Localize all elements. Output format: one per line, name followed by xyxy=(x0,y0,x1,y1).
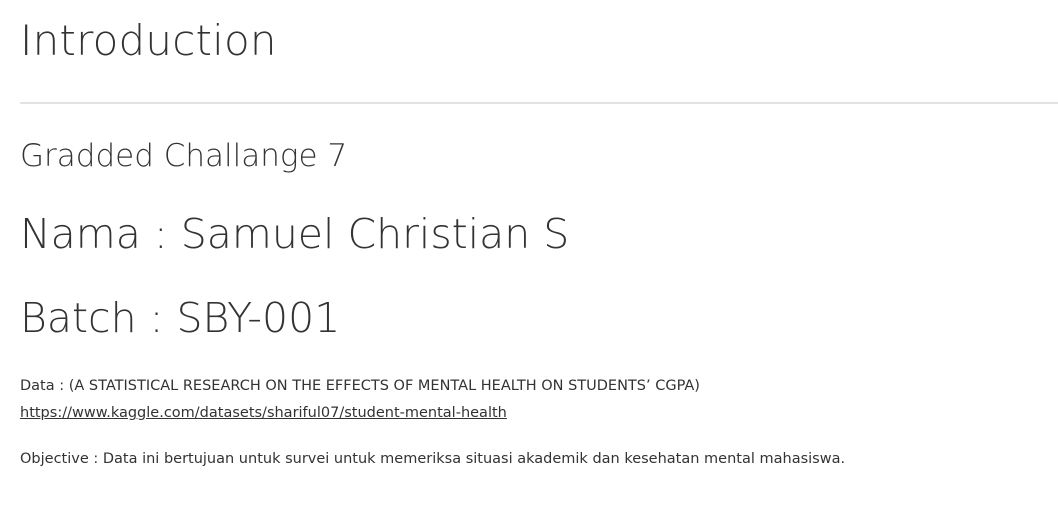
notebook-cell: Introduction Gradded Challange 7 Nama : … xyxy=(0,0,1058,524)
name-heading: Nama : Samuel Christian S xyxy=(20,210,570,258)
batch-heading: Batch : SBY-001 xyxy=(20,294,341,342)
heading-divider xyxy=(20,102,1058,104)
section-title: Introduction xyxy=(20,16,277,65)
data-description: Data : (A STATISTICAL RESEARCH ON THE EF… xyxy=(20,378,700,394)
objective-paragraph: Objective : Data ini bertujuan untuk sur… xyxy=(20,451,846,467)
challenge-heading: Gradded Challange 7 xyxy=(20,138,348,174)
dataset-link[interactable]: https://www.kaggle.com/datasets/shariful… xyxy=(20,405,507,421)
data-paragraph: Data : (A STATISTICAL RESEARCH ON THE EF… xyxy=(20,373,700,427)
